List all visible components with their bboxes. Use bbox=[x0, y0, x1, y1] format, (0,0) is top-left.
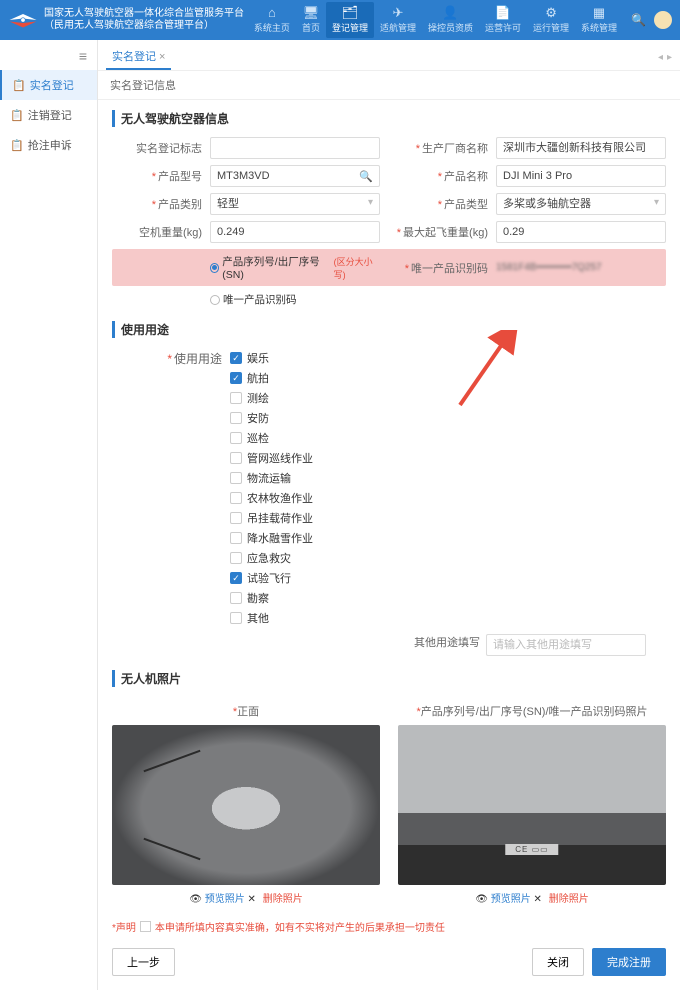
nav-sysmgmt[interactable]: ▦系统管理 bbox=[575, 2, 623, 38]
submit-button[interactable]: 完成注册 bbox=[592, 948, 666, 976]
nav-home[interactable]: 🖥首页 bbox=[296, 2, 326, 38]
preview-photo-link[interactable]: 预览照片 bbox=[205, 894, 245, 905]
app-title: 国家无人驾驶航空器一体化综合监管服务平台 （民用无人驾驶航空器综合管理平台） bbox=[44, 8, 244, 32]
category-select[interactable]: 轻型 bbox=[210, 193, 380, 215]
usage-checkbox[interactable]: 其他 bbox=[230, 608, 313, 628]
delete-photo-link[interactable]: 删除照片 bbox=[263, 894, 303, 905]
usage-checkbox[interactable]: 应急救灾 bbox=[230, 548, 313, 568]
nav-system-home[interactable]: ⌂系统主页 bbox=[248, 2, 296, 38]
tab-next-icon[interactable]: ▸ bbox=[667, 52, 672, 63]
mtow-input[interactable]: 0.29 bbox=[496, 221, 666, 243]
usage-checkbox[interactable]: ✓航拍 bbox=[230, 368, 313, 388]
section-usage: 使用用途 bbox=[112, 321, 666, 338]
usage-checkbox[interactable]: 巡检 bbox=[230, 428, 313, 448]
nav-operation[interactable]: ⚙运行管理 bbox=[527, 2, 575, 38]
model-input[interactable]: MT3M3VD🔍 bbox=[210, 165, 380, 187]
breadcrumb: 实名登记信息 bbox=[98, 71, 680, 100]
usage-checkbox[interactable]: ✓娱乐 bbox=[230, 348, 313, 368]
delete-photo-link[interactable]: 删除照片 bbox=[549, 894, 589, 905]
photo-sn[interactable] bbox=[398, 725, 666, 885]
empty-weight-input[interactable]: 0.249 bbox=[210, 221, 380, 243]
usage-checkbox[interactable]: 物流运输 bbox=[230, 468, 313, 488]
section-uav-info: 无人驾驶航空器信息 bbox=[112, 110, 666, 127]
photo-front[interactable] bbox=[112, 725, 380, 885]
usage-checkbox[interactable]: 农林牧渔作业 bbox=[230, 488, 313, 508]
top-nav: ⌂系统主页 🖥首页 🗂登记管理 ✈适航管理 👤操控员资质 📄运营许可 ⚙运行管理… bbox=[248, 2, 623, 38]
avatar[interactable] bbox=[654, 11, 672, 29]
prev-button[interactable]: 上一步 bbox=[112, 948, 175, 976]
logo bbox=[8, 10, 38, 30]
search-icon[interactable]: 🔍 bbox=[359, 170, 373, 183]
usage-checkbox[interactable]: 降水融雪作业 bbox=[230, 528, 313, 548]
sidebar-item-appeal[interactable]: 📋抢注申诉 bbox=[0, 130, 97, 160]
tab-register[interactable]: 实名登记× bbox=[106, 44, 171, 70]
sidebar-item-cancel[interactable]: 📋注销登记 bbox=[0, 100, 97, 130]
eye-icon: 👁 bbox=[475, 894, 488, 905]
usage-checkbox[interactable]: 管网巡线作业 bbox=[230, 448, 313, 468]
sn-highlight-row: 产品序列号/出厂序号(SN)(区分大小写) *唯一产品识别码 1581F4B••… bbox=[112, 249, 666, 286]
section-photos: 无人机照片 bbox=[112, 670, 666, 687]
sidebar: ≡ 📋实名登记 📋注销登记 📋抢注申诉 bbox=[0, 40, 98, 990]
usage-checkbox[interactable]: 勘察 bbox=[230, 588, 313, 608]
collapse-icon[interactable]: ≡ bbox=[0, 46, 97, 70]
nav-registration[interactable]: 🗂登记管理 bbox=[326, 2, 374, 38]
uid-radio[interactable]: 唯一产品识别码 bbox=[210, 292, 666, 307]
disclaimer-checkbox[interactable] bbox=[140, 921, 151, 932]
sn-radio[interactable]: 产品序列号/出厂序号(SN)(区分大小写) bbox=[210, 254, 380, 281]
usage-checkbox[interactable]: 吊挂载荷作业 bbox=[230, 508, 313, 528]
type-select[interactable]: 多桨或多轴航空器 bbox=[496, 193, 666, 215]
eye-icon: 👁 bbox=[189, 894, 202, 905]
nav-airworthiness[interactable]: ✈适航管理 bbox=[374, 2, 422, 38]
close-button[interactable]: 关闭 bbox=[532, 948, 584, 976]
app-header: 国家无人驾驶航空器一体化综合监管服务平台 （民用无人驾驶航空器综合管理平台） ⌂… bbox=[0, 0, 680, 40]
usage-checkbox[interactable]: 安防 bbox=[230, 408, 313, 428]
preview-photo-link[interactable]: 预览照片 bbox=[491, 894, 531, 905]
search-icon[interactable]: 🔍 bbox=[631, 13, 646, 27]
other-use-input[interactable]: 请输入其他用途填写 bbox=[486, 634, 646, 656]
sidebar-item-register[interactable]: 📋实名登记 bbox=[0, 70, 97, 100]
tab-prev-icon[interactable]: ◂ bbox=[658, 52, 663, 63]
usage-checkbox[interactable]: 测绘 bbox=[230, 388, 313, 408]
product-name-input[interactable]: DJI Mini 3 Pro bbox=[496, 165, 666, 187]
close-icon[interactable]: × bbox=[159, 51, 165, 63]
nav-license[interactable]: 📄运营许可 bbox=[479, 2, 527, 38]
mfr-input[interactable]: 深圳市大疆创新科技有限公司 bbox=[496, 137, 666, 159]
nav-operator[interactable]: 👤操控员资质 bbox=[422, 2, 479, 38]
reg-mark-input[interactable] bbox=[210, 137, 380, 159]
uid-value: 1581F4B••••••••••7Q257 bbox=[496, 262, 666, 273]
usage-checkbox[interactable]: ✓试验飞行 bbox=[230, 568, 313, 588]
